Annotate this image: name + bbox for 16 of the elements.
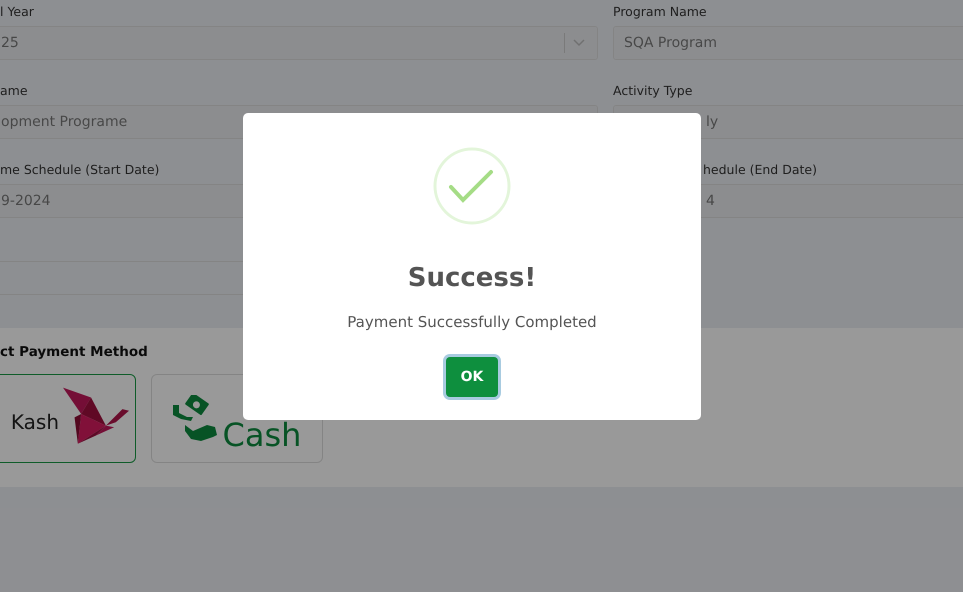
field-label: hedule (End Date): [702, 161, 818, 179]
field-label: me Schedule (Start Date): [0, 161, 160, 179]
field-label: l Year: [0, 3, 35, 21]
checkmark-icon: [433, 147, 511, 225]
section-heading: ct Payment Method: [0, 344, 149, 360]
cash-hand-icon: [172, 394, 219, 442]
dialog-message: Payment Successfully Completed: [347, 313, 597, 331]
chevron-down-icon: [573, 39, 585, 47]
field-label: Program Name: [613, 3, 708, 21]
dialog-title: Success!: [408, 263, 536, 293]
field-label: Activity Type: [613, 82, 694, 100]
ok-button[interactable]: OK: [446, 357, 498, 397]
input-field[interactable]: SQA Program: [613, 26, 963, 60]
field-label: ame: [0, 82, 29, 100]
payment-option[interactable]: Kash: [0, 374, 136, 463]
select-field[interactable]: 25: [0, 26, 598, 60]
